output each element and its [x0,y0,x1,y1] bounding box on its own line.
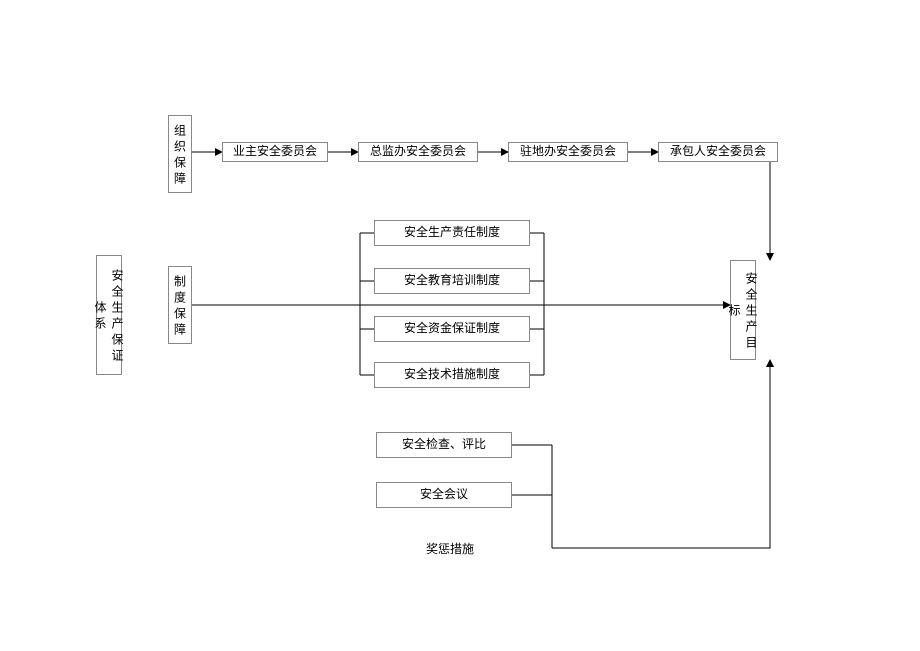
org-node-2-label: 总监办安全委员会 [370,144,466,160]
measure-node-2: 安全会议 [376,482,512,508]
inst-node-1: 安全生产责任制度 [374,220,530,246]
branch-org-label: 组织保障 [172,124,189,188]
org-node-3-label: 驻地办安全委员会 [520,144,616,160]
measure-node-1-label: 安全检查、评比 [402,437,486,453]
inst-node-2-label: 安全教育培训制度 [404,273,500,289]
branch-inst-label: 制度保障 [172,275,189,339]
inst-node-3-label: 安全资金保证制度 [404,321,500,337]
inst-node-4: 安全技术措施制度 [374,362,530,388]
diagram-stage: 安全生产保证体系 组织保障 业主安全委员会 总监办安全委员会 驻地办安全委员会 … [0,0,920,651]
branch-org: 组织保障 [168,115,192,193]
org-node-4: 承包人安全委员会 [658,142,778,162]
root-node: 安全生产保证体系 [96,255,122,375]
org-node-3: 驻地办安全委员会 [508,142,628,162]
inst-node-2: 安全教育培训制度 [374,268,530,294]
inst-node-1-label: 安全生产责任制度 [404,225,500,241]
root-label: 安全生产保证体系 [92,262,126,372]
goal-node: 安全生产目标 [730,260,756,360]
goal-label: 安全生产目标 [726,267,760,357]
branch-inst: 制度保障 [168,266,192,344]
measure-node-2-label: 安全会议 [420,487,468,503]
inst-node-3: 安全资金保证制度 [374,316,530,342]
measure-node-3: 奖惩措施 [400,540,500,557]
org-node-4-label: 承包人安全委员会 [670,144,766,160]
measure-node-3-label: 奖惩措施 [426,542,474,556]
inst-node-4-label: 安全技术措施制度 [404,367,500,383]
org-node-1-label: 业主安全委员会 [233,144,317,160]
measure-node-1: 安全检查、评比 [376,432,512,458]
org-node-1: 业主安全委员会 [222,142,328,162]
org-node-2: 总监办安全委员会 [358,142,478,162]
